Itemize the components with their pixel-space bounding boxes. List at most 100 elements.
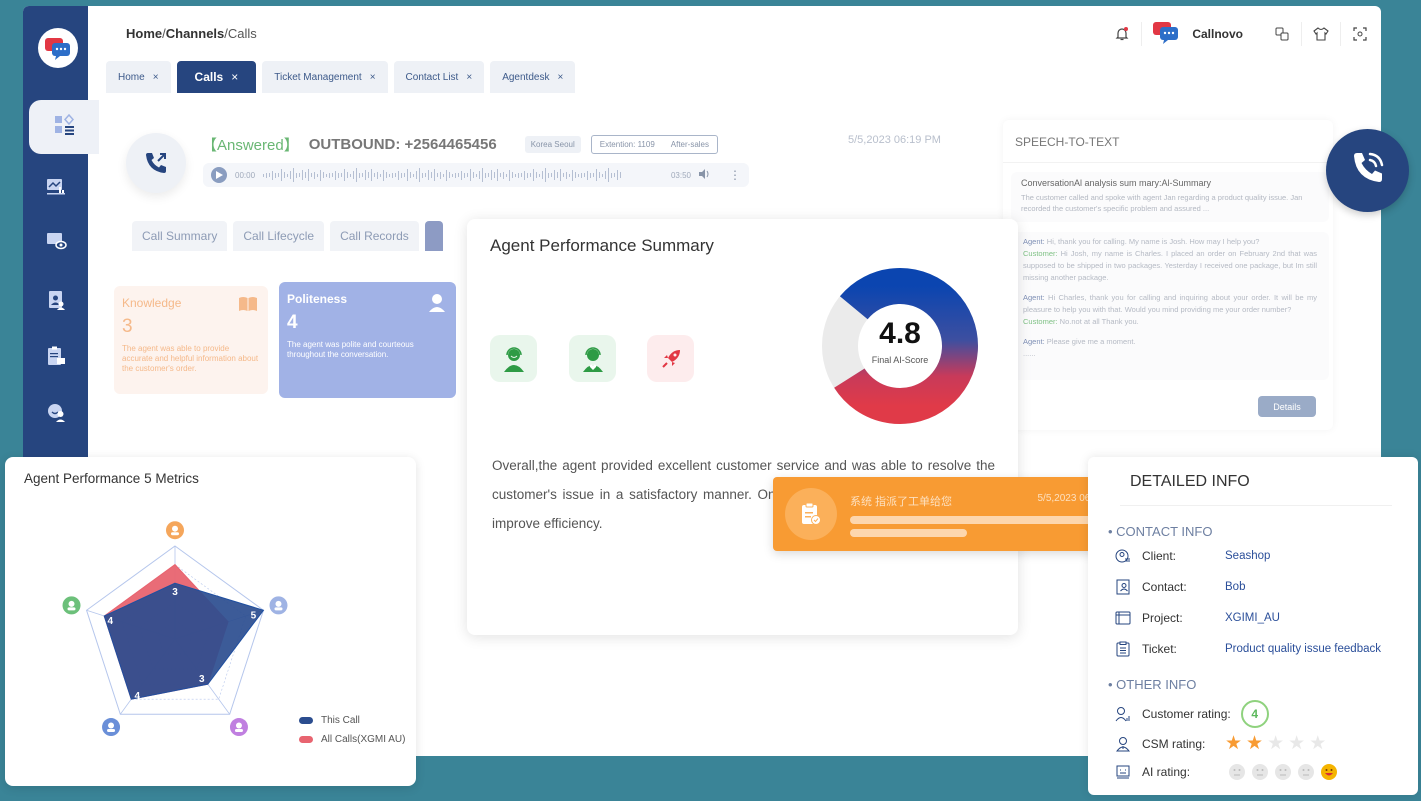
transcript[interactable]: Agent: Hi, thank you for calling. My nam… bbox=[1011, 232, 1329, 380]
transcript-line: Customer: Hi Josh, my name is Charles. I… bbox=[1023, 249, 1317, 282]
face-icon bbox=[1229, 764, 1245, 780]
waveform-scrubber[interactable] bbox=[263, 167, 663, 183]
star-icon[interactable]: ★ bbox=[1267, 732, 1284, 755]
sidebar-item-analytics[interactable] bbox=[31, 168, 81, 208]
star-icon[interactable]: ★ bbox=[1309, 732, 1326, 755]
waveform-bar bbox=[464, 172, 466, 178]
divider bbox=[1301, 22, 1302, 46]
close-icon[interactable]: × bbox=[466, 72, 472, 83]
outbound-call-icon bbox=[126, 133, 186, 193]
monitor-icon bbox=[45, 229, 67, 256]
sidebar-item-contacts[interactable] bbox=[31, 282, 81, 322]
more-options-icon[interactable]: ⋮ bbox=[729, 168, 741, 182]
waveform-bar bbox=[497, 169, 499, 181]
legend-item-this-call[interactable]: This Call bbox=[299, 715, 405, 726]
radar-value-label: 4 bbox=[107, 616, 113, 627]
waveform-bar bbox=[395, 173, 397, 177]
sidebar-item-tickets[interactable] bbox=[31, 338, 81, 378]
waveform-bar bbox=[263, 173, 265, 177]
metric-card-politeness: Politeness 4 The agent was polite and co… bbox=[279, 282, 456, 398]
heart-hand-icon-glyph bbox=[275, 600, 282, 607]
waveform-bar bbox=[557, 172, 559, 178]
tab-agentdesk[interactable]: Agentdesk × bbox=[490, 61, 576, 93]
waveform-bar bbox=[347, 172, 349, 178]
breadcrumb-home[interactable]: Home bbox=[126, 26, 162, 41]
waveform-bar bbox=[476, 173, 478, 177]
floating-call-button[interactable] bbox=[1326, 129, 1409, 212]
rocket-icon-glyph bbox=[235, 722, 242, 729]
notification-toast[interactable]: 系统 指派了工单给您 5/5,2023 06:19 PM × bbox=[773, 470, 1148, 551]
radar-value-label: 4 bbox=[134, 691, 140, 702]
transcript-line: Agent: Hi Charles, thank you for calling… bbox=[1023, 293, 1317, 314]
waveform-bar bbox=[278, 173, 280, 177]
app-logo[interactable] bbox=[38, 28, 78, 68]
waveform-bar bbox=[404, 173, 406, 177]
book-icon bbox=[238, 296, 258, 317]
csm-star-rating[interactable]: ★ ★ ★ ★ ★ bbox=[1225, 732, 1326, 755]
waveform-bar bbox=[398, 170, 400, 180]
waveform-bar bbox=[365, 170, 367, 180]
waveform-bar bbox=[410, 172, 412, 178]
brand-name: Callnovo bbox=[1192, 27, 1243, 41]
tab-ticket-management[interactable]: Ticket Management × bbox=[262, 61, 388, 93]
waveform-bar bbox=[281, 169, 283, 181]
waveform-bar bbox=[578, 173, 580, 177]
close-icon[interactable]: × bbox=[370, 72, 376, 83]
project-value[interactable]: XGIMI_AU bbox=[1225, 612, 1280, 624]
tab-bar: Home × Calls × Ticket Management × Contact … bbox=[106, 61, 576, 93]
play-button[interactable] bbox=[211, 167, 227, 183]
ticket-value[interactable]: Product quality issue feedback bbox=[1225, 643, 1381, 655]
waveform-bar bbox=[269, 173, 271, 177]
tab-contact-list[interactable]: Contact List × bbox=[393, 61, 485, 93]
close-icon[interactable]: × bbox=[557, 72, 563, 83]
info-row-project: Project: XGIMI_AU bbox=[1114, 609, 1280, 627]
waveform-bar bbox=[446, 169, 448, 181]
waveform-bar bbox=[455, 172, 457, 178]
waveform-bar bbox=[275, 172, 277, 178]
waveform-bar bbox=[566, 171, 568, 179]
subtab-call-summary[interactable]: Call Summary bbox=[132, 221, 228, 251]
call-header: 【Answered】 OUTBOUND: +2564465456 Korea S… bbox=[202, 134, 718, 155]
scan-icon[interactable] bbox=[1351, 25, 1369, 43]
waveform-bar bbox=[329, 172, 331, 178]
info-row-ai-rating: AI rating: bbox=[1114, 763, 1337, 781]
waveform-bar bbox=[290, 171, 292, 179]
contact-value[interactable]: Bob bbox=[1225, 581, 1245, 593]
waveform-bar bbox=[500, 173, 502, 177]
waveform-bar bbox=[413, 173, 415, 177]
star-icon[interactable]: ★ bbox=[1246, 732, 1263, 755]
face-icon bbox=[1298, 764, 1314, 780]
shirt-icon[interactable] bbox=[1312, 25, 1330, 43]
breadcrumb-channels[interactable]: Channels bbox=[166, 26, 225, 41]
bell-icon[interactable] bbox=[1113, 25, 1131, 43]
details-button[interactable]: Details bbox=[1258, 396, 1316, 417]
chart-legend: This Call All Calls(XGMI AU) bbox=[299, 715, 405, 753]
waveform-bar bbox=[470, 169, 472, 181]
client-value[interactable]: Seashop bbox=[1225, 550, 1270, 562]
waveform-bar bbox=[335, 170, 337, 180]
sidebar-item-dashboard[interactable] bbox=[29, 100, 99, 154]
section-contact-info: • CONTACT INFO bbox=[1108, 524, 1213, 539]
sidebar-item-monitor[interactable] bbox=[31, 222, 81, 262]
tab-calls[interactable]: Calls × bbox=[176, 61, 257, 93]
sidebar-item-chat[interactable] bbox=[31, 394, 81, 434]
waveform-bar bbox=[344, 169, 346, 181]
tab-home[interactable]: Home × bbox=[106, 61, 171, 93]
legend-item-all-calls[interactable]: All Calls(XGMI AU) bbox=[299, 734, 405, 745]
waveform-bar bbox=[341, 173, 343, 177]
translate-icon[interactable] bbox=[1273, 25, 1291, 43]
divider bbox=[1340, 22, 1341, 46]
divider bbox=[1141, 22, 1143, 46]
subtab-call-records[interactable]: Call Records bbox=[330, 221, 419, 251]
waveform-bar bbox=[473, 172, 475, 178]
close-icon[interactable]: × bbox=[231, 70, 238, 84]
info-row-contact: Contact: Bob bbox=[1114, 578, 1245, 596]
star-icon[interactable]: ★ bbox=[1225, 732, 1242, 755]
subtab-ai-analysis[interactable] bbox=[424, 221, 443, 251]
volume-icon[interactable] bbox=[699, 169, 711, 181]
waveform-bar bbox=[308, 169, 310, 181]
waveform-bar bbox=[584, 173, 586, 177]
subtab-call-lifecycle[interactable]: Call Lifecycle bbox=[233, 221, 325, 251]
star-icon[interactable]: ★ bbox=[1288, 732, 1305, 755]
close-icon[interactable]: × bbox=[153, 72, 159, 83]
